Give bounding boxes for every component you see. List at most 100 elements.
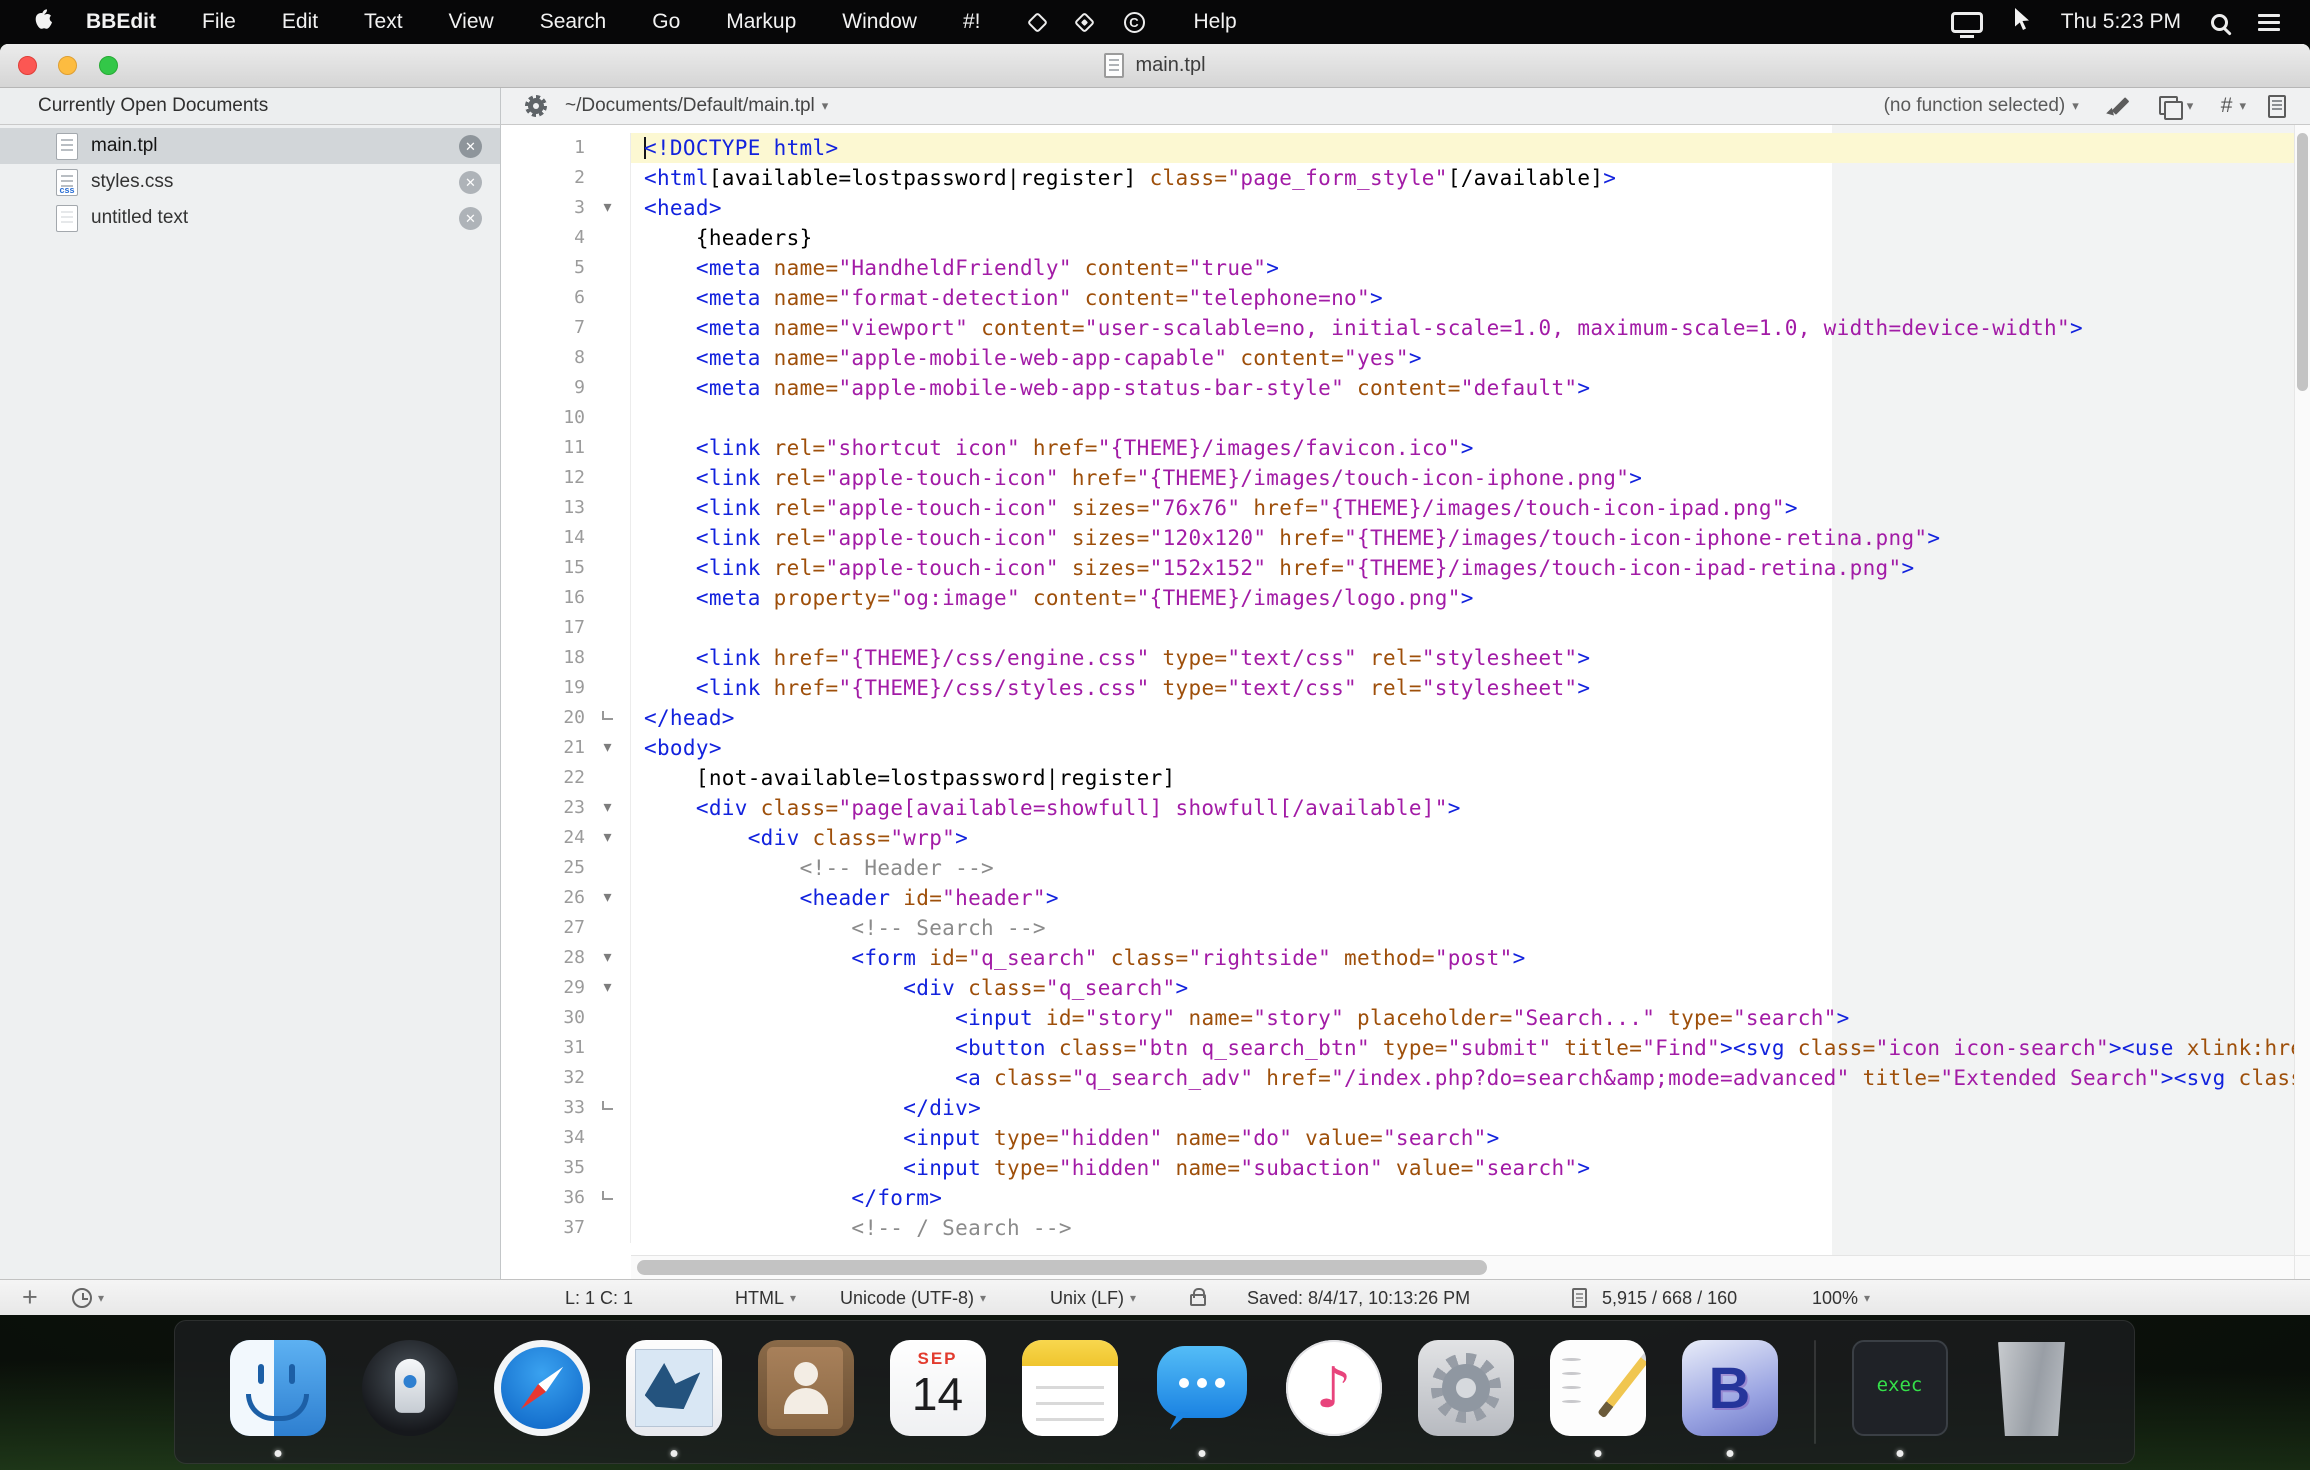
code-line[interactable]: 32 <a class="q_search_adv" href="/index.… [501, 1063, 2310, 1093]
code-line[interactable]: 30 <input id="story" name="story" placeh… [501, 1003, 2310, 1033]
lock-icon[interactable] [1190, 1294, 1206, 1306]
dock-item-textedit[interactable] [1550, 1326, 1646, 1458]
code-line[interactable]: 10 [501, 403, 2310, 433]
fold-end-icon[interactable] [585, 1093, 631, 1123]
code-line[interactable]: 22 [not-available=lostpassword|register] [501, 763, 2310, 793]
minimize-window-button[interactable] [58, 56, 77, 75]
vertical-scrollbar-thumb[interactable] [2297, 133, 2308, 391]
code-line[interactable]: 8 <meta name="apple-mobile-web-app-capab… [501, 343, 2310, 373]
fold-open-icon[interactable]: ▾ [585, 823, 631, 853]
scripts-menu-icon[interactable] [1026, 11, 1047, 32]
code-line[interactable]: 7 <meta name="viewport" content="user-sc… [501, 313, 2310, 343]
dock-item-sysprefs[interactable] [1418, 1326, 1514, 1458]
code-line[interactable]: 23▾ <div class="page[available=showfull]… [501, 793, 2310, 823]
fold-end-icon[interactable] [585, 1183, 631, 1213]
gear-icon[interactable] [525, 95, 547, 117]
code-line[interactable]: 19 <link href="{THEME}/css/styles.css" t… [501, 673, 2310, 703]
menu-bbedit[interactable]: BBEdit [63, 0, 179, 44]
text-filters-menu-icon[interactable] [1073, 11, 1094, 32]
dock-item-trash[interactable] [1984, 1326, 2080, 1458]
dock-item-bbedit[interactable]: B [1682, 1326, 1778, 1458]
documents-menu-icon[interactable]: ▾ [2159, 94, 2199, 118]
close-icon[interactable] [459, 135, 482, 158]
document-icon[interactable] [2268, 95, 2286, 118]
code-line[interactable]: 13 <link rel="apple-touch-icon" sizes="7… [501, 493, 2310, 523]
code-line[interactable]: 24▾ <div class="wrp"> [501, 823, 2310, 853]
code-editor[interactable]: 1<!DOCTYPE html>2<html[available=lostpas… [501, 125, 2310, 1279]
dock-item-messages[interactable] [1154, 1326, 1250, 1458]
fold-open-icon[interactable]: ▾ [585, 943, 631, 973]
menu-edit[interactable]: Edit [259, 0, 341, 44]
clippings-menu-icon[interactable] [1124, 12, 1145, 33]
menu-view[interactable]: View [426, 0, 517, 44]
code-line[interactable]: 4 {headers} [501, 223, 2310, 253]
menu-help[interactable]: Help [1171, 0, 1260, 44]
function-selector[interactable]: (no function selected) ▾ [1884, 95, 2079, 117]
code-line[interactable]: 27 <!-- Search --> [501, 913, 2310, 943]
code-line[interactable]: 21▾<body> [501, 733, 2310, 763]
menu-clock[interactable]: Thu 5:23 PM [2061, 10, 2181, 34]
fold-open-icon[interactable]: ▾ [585, 793, 631, 823]
fold-open-icon[interactable]: ▾ [585, 733, 631, 763]
code-line[interactable]: 20</head> [501, 703, 2310, 733]
sidebar-item-untitled-text[interactable]: untitled text [0, 200, 500, 236]
code-line[interactable]: 11 <link rel="shortcut icon" href="{THEM… [501, 433, 2310, 463]
fold-open-icon[interactable]: ▾ [585, 883, 631, 913]
menu-markup[interactable]: Markup [703, 0, 819, 44]
code-line[interactable]: 28▾ <form id="q_search" class="rightside… [501, 943, 2310, 973]
code-line[interactable]: 16 <meta property="og:image" content="{T… [501, 583, 2310, 613]
dock-item-contacts[interactable] [758, 1326, 854, 1458]
code-line[interactable]: 6 <meta name="format-detection" content=… [501, 283, 2310, 313]
proxy-document-icon[interactable] [1104, 53, 1124, 78]
code-line[interactable]: 17 [501, 613, 2310, 643]
dock-item-finder[interactable] [230, 1326, 326, 1458]
zoom-popup[interactable]: 100% ▾ [1812, 1280, 1870, 1315]
code-line[interactable]: 2<html[available=lostpassword|register] … [501, 163, 2310, 193]
menu-window[interactable]: Window [819, 0, 940, 44]
code-line[interactable]: 29▾ <div class="q_search"> [501, 973, 2310, 1003]
code-line[interactable]: 14 <link rel="apple-touch-icon" sizes="1… [501, 523, 2310, 553]
dock-item-mail[interactable] [626, 1326, 722, 1458]
sidebar-item-styles-css[interactable]: styles.css [0, 164, 500, 200]
fold-open-icon[interactable]: ▾ [585, 193, 631, 223]
code-line[interactable]: 26▾ <header id="header"> [501, 883, 2310, 913]
code-line[interactable]: 15 <link rel="apple-touch-icon" sizes="1… [501, 553, 2310, 583]
horizontal-scrollbar-thumb[interactable] [637, 1260, 1487, 1275]
code-line[interactable]: 9 <meta name="apple-mobile-web-app-statu… [501, 373, 2310, 403]
dock-item-calendar[interactable]: SEP14 [890, 1326, 986, 1458]
vertical-scrollbar[interactable] [2294, 125, 2310, 1255]
dock-item-launchpad[interactable] [362, 1326, 458, 1458]
horizontal-scrollbar[interactable] [631, 1255, 2294, 1279]
code-line[interactable]: 5 <meta name="HandheldFriendly" content=… [501, 253, 2310, 283]
fold-end-icon[interactable] [585, 703, 631, 733]
menu-shebang[interactable]: #! [940, 0, 1004, 44]
line-ending-popup[interactable]: Unix (LF) ▾ [1050, 1280, 1136, 1315]
menu-go[interactable]: Go [629, 0, 703, 44]
dock-item-safari[interactable] [494, 1326, 590, 1458]
fold-open-icon[interactable]: ▾ [585, 973, 631, 1003]
code-line[interactable]: 12 <link rel="apple-touch-icon" href="{T… [501, 463, 2310, 493]
dock-item-notes[interactable] [1022, 1326, 1118, 1458]
code-line[interactable]: 33 </div> [501, 1093, 2310, 1123]
code-line[interactable]: 18 <link href="{THEME}/css/engine.css" t… [501, 643, 2310, 673]
zoom-window-button[interactable] [99, 56, 118, 75]
menu-text[interactable]: Text [341, 0, 426, 44]
markers-menu-icon[interactable]: ▾ [2221, 94, 2246, 118]
display-icon[interactable] [1951, 12, 1983, 33]
code-line[interactable]: 35 <input type="hidden" name="subaction"… [501, 1153, 2310, 1183]
code-line[interactable]: 31 <button class="btn q_search_btn" type… [501, 1033, 2310, 1063]
add-document-button[interactable] [22, 1280, 38, 1315]
menu-search[interactable]: Search [517, 0, 630, 44]
code-line[interactable]: 1<!DOCTYPE html> [501, 133, 2310, 163]
sidebar-item-main-tpl[interactable]: main.tpl [0, 128, 500, 164]
code-line[interactable]: 34 <input type="hidden" name="do" value=… [501, 1123, 2310, 1153]
language-popup[interactable]: HTML ▾ [735, 1280, 796, 1315]
apple-menu[interactable] [34, 8, 53, 37]
spotlight-icon[interactable] [2211, 14, 2228, 31]
encoding-popup[interactable]: Unicode (UTF-8) ▾ [840, 1280, 986, 1315]
code-lines[interactable]: 1<!DOCTYPE html>2<html[available=lostpas… [501, 125, 2310, 1255]
code-line[interactable]: 36 </form> [501, 1183, 2310, 1213]
close-window-button[interactable] [18, 56, 37, 75]
menu-file[interactable]: File [179, 0, 259, 44]
title-bar[interactable]: main.tpl [0, 44, 2310, 88]
